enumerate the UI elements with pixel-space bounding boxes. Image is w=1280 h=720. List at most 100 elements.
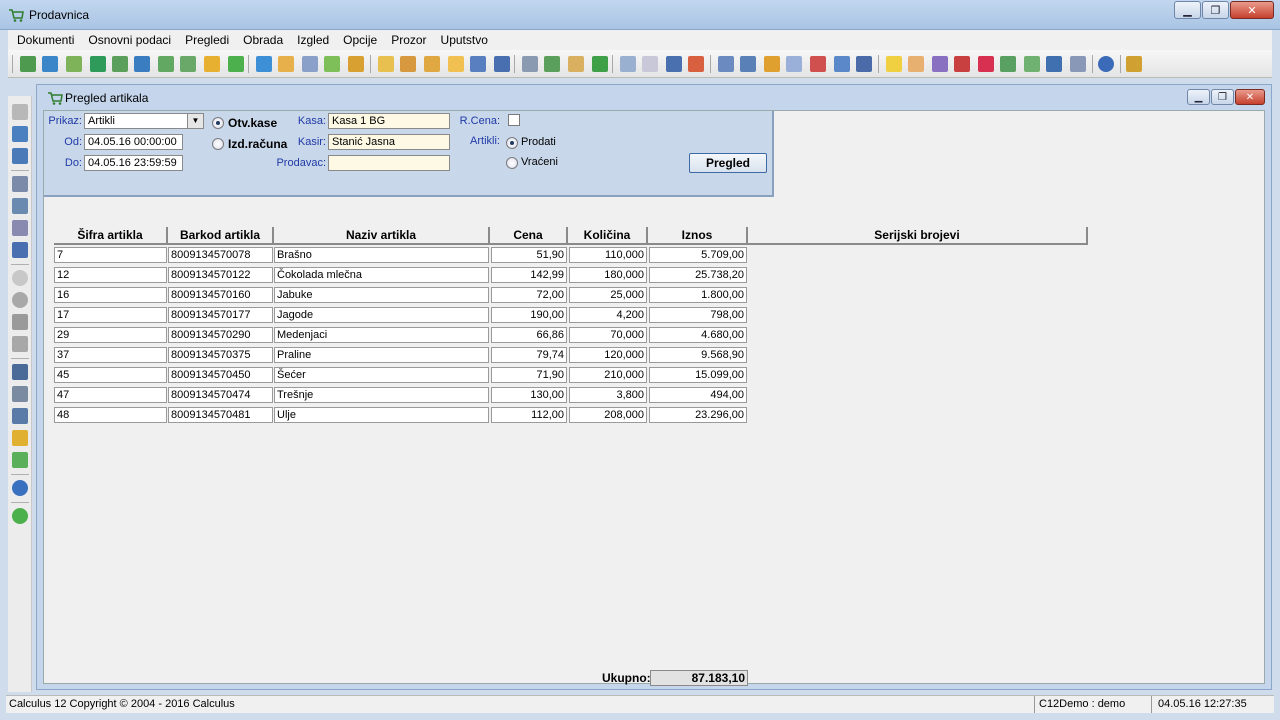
left-remove-icon[interactable] <box>12 292 28 308</box>
cell-naziv[interactable]: Jagode <box>274 307 489 323</box>
toolbar-list-icon[interactable] <box>180 56 196 72</box>
column-header-kolicina[interactable]: Količina <box>568 227 648 245</box>
left-word-icon[interactable] <box>12 242 28 258</box>
izd-racuna-radio[interactable] <box>212 138 224 150</box>
prodavac-field[interactable] <box>328 155 450 171</box>
cell-naziv[interactable]: Brašno <box>274 247 489 263</box>
od-field[interactable]: 04.05.16 00:00:00 <box>84 134 183 150</box>
menu-obrada[interactable]: Obrada <box>236 33 290 47</box>
toolbar-invoice-icon[interactable] <box>568 56 584 72</box>
cell-barkod[interactable]: 8009134570177 <box>168 307 273 323</box>
cell-sifra[interactable]: 45 <box>54 367 167 383</box>
vraceni-radio[interactable] <box>506 157 518 169</box>
toolbar-tag-icon[interactable] <box>908 56 924 72</box>
cell-kolicina[interactable]: 4,200 <box>569 307 647 323</box>
toolbar-chart-icon[interactable] <box>592 56 608 72</box>
cell-sifra[interactable]: 16 <box>54 287 167 303</box>
toolbar-plus-icon[interactable] <box>228 56 244 72</box>
cell-barkod[interactable]: 8009134570474 <box>168 387 273 403</box>
toolbar-card-icon[interactable] <box>522 56 538 72</box>
otv-kase-radio[interactable] <box>212 117 224 129</box>
pregled-button[interactable]: Pregled <box>689 153 767 173</box>
cell-naziv[interactable]: Ulje <box>274 407 489 423</box>
cell-iznos[interactable]: 494,00 <box>649 387 747 403</box>
cell-cena[interactable]: 142,99 <box>491 267 567 283</box>
left-sort-icon[interactable] <box>12 408 28 424</box>
cell-iznos[interactable]: 798,00 <box>649 307 747 323</box>
toolbar-upload-icon[interactable] <box>1024 56 1040 72</box>
left-table-icon[interactable] <box>12 148 28 164</box>
toolbar-sync-icon[interactable] <box>42 56 58 72</box>
toolbar-minus-icon[interactable] <box>204 56 220 72</box>
toolbar-refresh-icon[interactable] <box>1070 56 1086 72</box>
cell-cena[interactable]: 79,74 <box>491 347 567 363</box>
left-print-preview-icon[interactable] <box>12 198 28 214</box>
toolbar-tree-icon[interactable] <box>764 56 780 72</box>
column-header-cena[interactable]: Cena <box>490 227 568 245</box>
toolbar-report-icon[interactable] <box>810 56 826 72</box>
cell-naziv[interactable]: Praline <box>274 347 489 363</box>
prikaz-dropdown[interactable]: Artikli ▼ <box>84 113 204 129</box>
cell-kolicina[interactable]: 180,000 <box>569 267 647 283</box>
toolbar-pencil-icon[interactable] <box>448 56 464 72</box>
cell-naziv[interactable]: Čokolada mlečna <box>274 267 489 283</box>
do-field[interactable]: 04.05.16 23:59:59 <box>84 155 183 171</box>
toolbar-exit-icon[interactable] <box>1126 56 1142 72</box>
toolbar-edit-icon[interactable] <box>324 56 340 72</box>
left-find-icon[interactable] <box>12 364 28 380</box>
cell-kolicina[interactable]: 25,000 <box>569 287 647 303</box>
cell-naziv[interactable]: Jabuke <box>274 287 489 303</box>
menu-dokumenti[interactable]: Dokumenti <box>10 33 81 47</box>
cell-sifra[interactable]: 29 <box>54 327 167 343</box>
left-tools-icon[interactable] <box>12 220 28 236</box>
cell-cena[interactable]: 51,90 <box>491 247 567 263</box>
toolbar-help-icon[interactable] <box>1098 56 1114 72</box>
column-header-naziv[interactable]: Naziv artikla <box>274 227 490 245</box>
toolbar-gem-icon[interactable] <box>978 56 994 72</box>
cell-iznos[interactable]: 25.738,20 <box>649 267 747 283</box>
rcena-checkbox[interactable] <box>508 114 520 126</box>
toolbar-lightbulb-icon[interactable] <box>886 56 902 72</box>
menu-izgled[interactable]: Izgled <box>290 33 336 47</box>
left-edit-icon[interactable] <box>12 336 28 352</box>
toolbar-transfer-icon[interactable] <box>470 56 486 72</box>
toolbar-tools-icon[interactable] <box>66 56 82 72</box>
toolbar-receive-icon[interactable] <box>400 56 416 72</box>
cell-kolicina[interactable]: 3,800 <box>569 387 647 403</box>
cell-barkod[interactable]: 8009134570078 <box>168 247 273 263</box>
cell-naziv[interactable]: Trešnje <box>274 387 489 403</box>
toolbar-storage-icon[interactable] <box>494 56 510 72</box>
cell-iznos[interactable]: 4.680,00 <box>649 327 747 343</box>
toolbar-sum-icon[interactable] <box>642 56 658 72</box>
child-maximize-button[interactable]: ❐ <box>1211 89 1234 105</box>
child-minimize-button[interactable]: ▁ <box>1187 89 1210 105</box>
close-button[interactable]: ✕ <box>1230 1 1274 19</box>
toolbar-grid-icon[interactable] <box>666 56 682 72</box>
left-add-icon[interactable] <box>12 270 28 286</box>
cell-naziv[interactable]: Šećer <box>274 367 489 383</box>
cell-naziv[interactable]: Medenjaci <box>274 327 489 343</box>
toolbar-export-icon[interactable] <box>90 56 106 72</box>
column-header-iznos[interactable]: Iznos <box>648 227 748 245</box>
toolbar-settings-icon[interactable] <box>932 56 948 72</box>
cell-barkod[interactable]: 8009134570122 <box>168 267 273 283</box>
menu-pregledi[interactable]: Pregledi <box>178 33 236 47</box>
kasa-field[interactable]: Kasa 1 BG <box>328 113 450 129</box>
cell-sifra[interactable]: 7 <box>54 247 167 263</box>
chevron-down-icon[interactable]: ▼ <box>187 114 203 128</box>
menu-opcije[interactable]: Opcije <box>336 33 384 47</box>
cell-sifra[interactable]: 47 <box>54 387 167 403</box>
column-header-serijski[interactable]: Serijski brojevi <box>748 227 1088 245</box>
cell-cena[interactable]: 190,00 <box>491 307 567 323</box>
cell-sifra[interactable]: 48 <box>54 407 167 423</box>
cell-iznos[interactable]: 5.709,00 <box>649 247 747 263</box>
menu-uputstvo[interactable]: Uputstvo <box>434 33 495 47</box>
cell-iznos[interactable]: 15.099,00 <box>649 367 747 383</box>
cell-barkod[interactable]: 8009134570160 <box>168 287 273 303</box>
column-header-barkod[interactable]: Barkod artikla <box>168 227 274 245</box>
toolbar-copy-doc-icon[interactable] <box>620 56 636 72</box>
cell-kolicina[interactable]: 210,000 <box>569 367 647 383</box>
toolbar-exit-doc-icon[interactable] <box>856 56 872 72</box>
toolbar-columns-icon[interactable] <box>718 56 734 72</box>
cell-kolicina[interactable]: 70,000 <box>569 327 647 343</box>
